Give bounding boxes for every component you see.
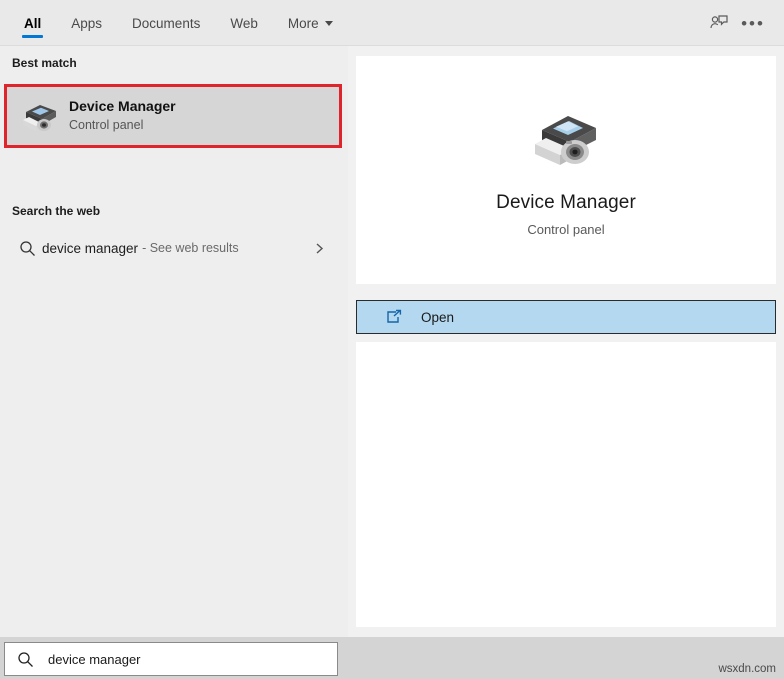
search-the-web-section: Search the web device manager - See web … (0, 194, 348, 268)
search-icon (12, 240, 42, 257)
preview-title: Device Manager (496, 191, 636, 213)
results-pane: Best match Device Manager Control panel … (0, 46, 348, 637)
tab-apps[interactable]: Apps (59, 0, 114, 46)
tab-all[interactable]: All (12, 0, 53, 46)
result-item-device-manager[interactable]: Device Manager Control panel (7, 87, 339, 145)
web-result-query: device manager (42, 240, 139, 256)
device-manager-icon (17, 94, 61, 138)
watermark: wsxdn.com (718, 663, 776, 675)
tab-web[interactable]: Web (218, 0, 270, 46)
result-title: Device Manager (69, 97, 176, 114)
windows-search-screen: All Apps Documents Web More ••• Best mat… (0, 0, 784, 679)
taskbar-search-box[interactable]: device manager (4, 642, 338, 676)
tab-more-label: More (287, 15, 319, 31)
chevron-down-icon (324, 20, 333, 26)
tab-web-label: Web (230, 15, 258, 31)
tab-documents-label: Documents (132, 15, 201, 31)
web-result-hint: - See web results (142, 241, 239, 255)
best-match-label: Best match (12, 56, 77, 70)
ellipsis-icon[interactable]: ••• (736, 6, 770, 40)
open-button-label: Open (421, 309, 455, 325)
tab-all-label: All (24, 15, 42, 31)
feedback-person-icon[interactable] (702, 6, 736, 40)
open-external-icon (385, 309, 407, 325)
chevron-right-icon[interactable] (313, 242, 326, 255)
search-filter-tabs: All Apps Documents Web More (0, 0, 351, 46)
result-text-block: Device Manager Control panel (69, 98, 176, 134)
search-input-value: device manager (48, 651, 141, 667)
tab-more[interactable]: More (276, 0, 345, 46)
preview-pane: Device Manager Control panel Open (348, 46, 784, 637)
tab-documents[interactable]: Documents (120, 0, 212, 46)
search-icon (17, 651, 34, 668)
device-manager-icon (526, 104, 606, 178)
result-subtitle: Control panel (69, 118, 144, 133)
search-the-web-label: Search the web (12, 204, 101, 218)
header-actions: ••• (702, 0, 784, 46)
preview-card: Device Manager Control panel (356, 56, 776, 284)
tab-apps-label: Apps (71, 15, 103, 31)
web-result-row[interactable]: device manager - See web results (6, 228, 342, 268)
open-button[interactable]: Open (356, 300, 776, 334)
preview-empty-area (356, 342, 776, 627)
preview-subtitle: Control panel (527, 221, 605, 237)
search-header: All Apps Documents Web More ••• (0, 0, 784, 46)
